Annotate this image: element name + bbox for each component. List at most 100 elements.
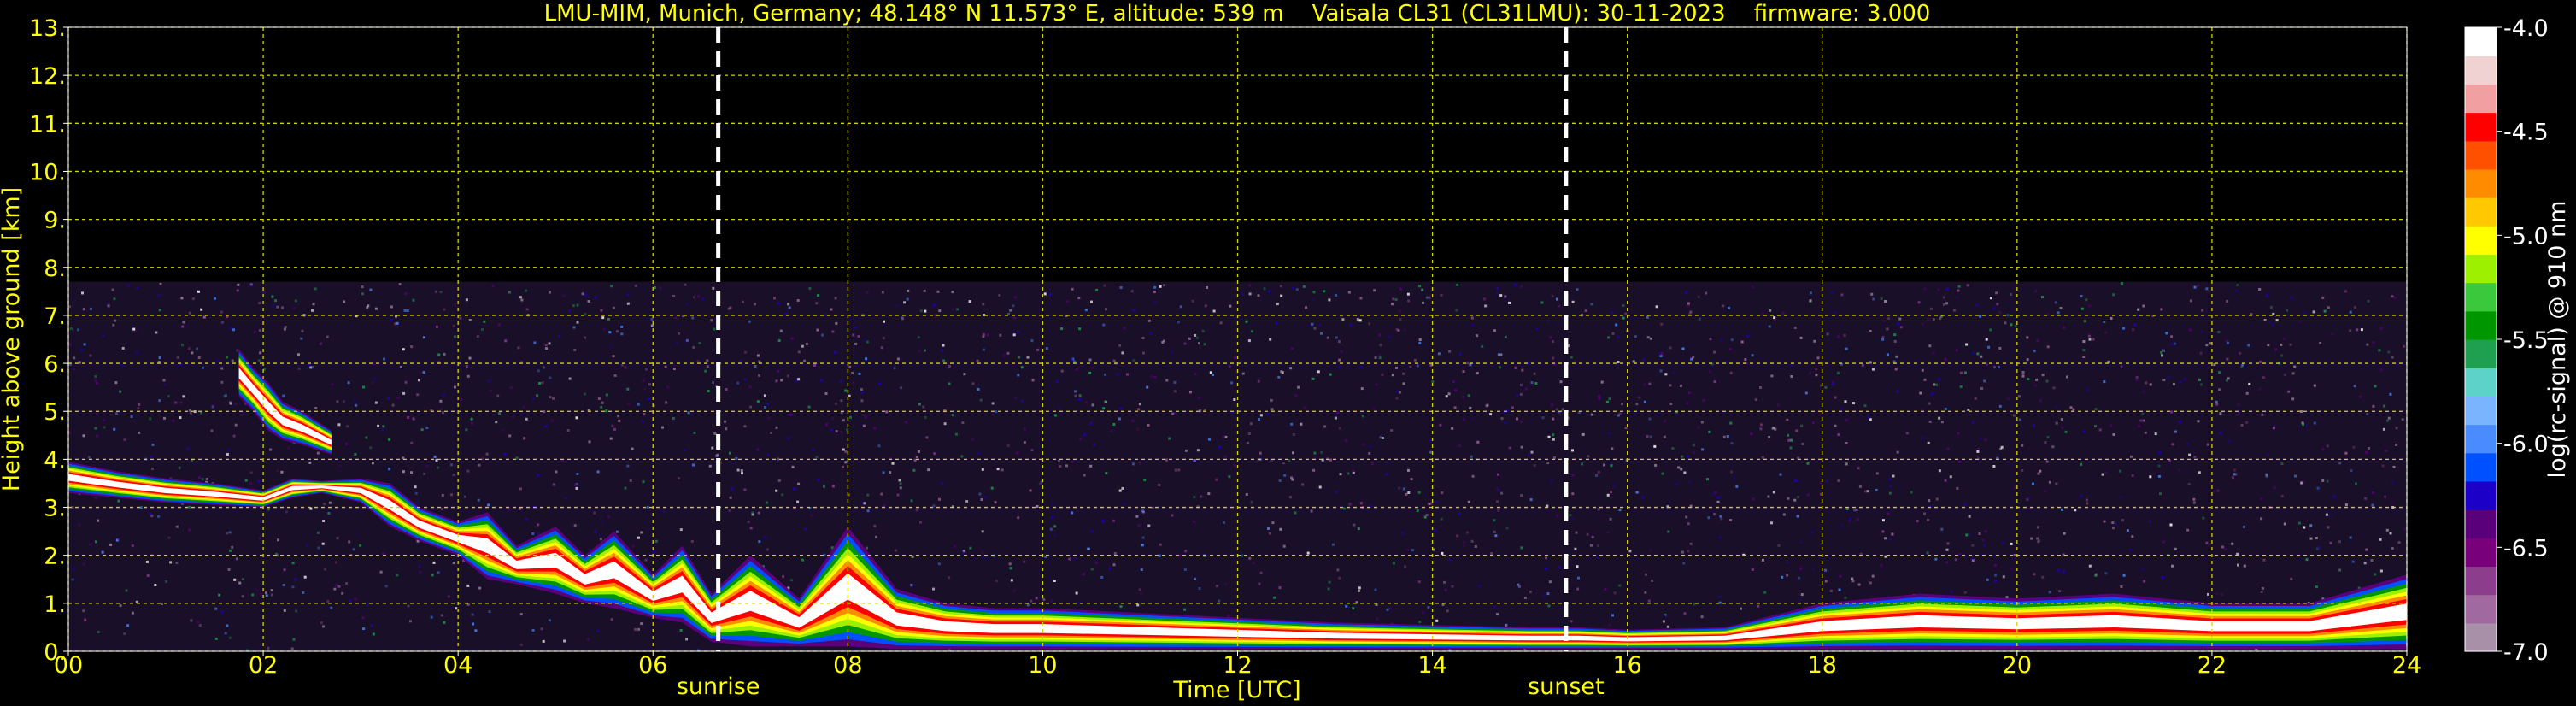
noise-pixel [2267,344,2270,347]
noise-pixel [1077,297,1081,300]
noise-pixel [1571,474,1575,477]
noise-pixel [525,417,528,421]
noise-pixel [2143,580,2146,583]
noise-pixel [1112,423,1116,426]
noise-pixel [441,508,443,510]
noise-pixel [842,465,844,468]
noise-pixel [596,629,600,632]
noise-pixel [2052,386,2056,390]
noise-pixel [784,312,788,315]
noise-pixel [402,470,405,474]
noise-pixel [1705,291,1708,295]
noise-pixel [1793,498,1797,502]
noise-pixel [1183,608,1187,611]
noise-pixel [1375,383,1378,386]
noise-pixel [1598,397,1601,400]
noise-pixel [354,453,357,456]
noise-pixel [1938,378,1940,381]
noise-pixel [382,425,385,428]
noise-pixel [1923,378,1927,381]
noise-pixel [382,552,385,556]
noise-pixel [1535,327,1539,331]
noise-pixel [1921,368,1924,372]
noise-pixel [2212,490,2215,493]
noise-pixel [1259,571,1263,574]
noise-pixel [465,428,468,432]
noise-pixel [1551,340,1554,344]
noise-pixel [2303,311,2306,315]
noise-pixel [1946,542,1950,545]
noise-pixel [96,434,99,438]
noise-pixel [361,285,364,289]
noise-pixel [941,482,944,485]
noise-pixel [2315,585,2318,589]
noise-pixel [1421,611,1424,615]
noise-pixel [1049,293,1053,297]
noise-pixel [1646,336,1650,339]
noise-pixel [1761,558,1764,562]
noise-pixel [1613,591,1617,595]
noise-pixel [242,411,245,415]
noise-pixel [1545,556,1547,560]
noise-pixel [1159,285,1162,288]
noise-pixel [341,591,344,595]
noise-pixel [370,624,373,627]
noise-pixel [754,303,756,306]
noise-pixel [452,474,455,477]
noise-pixel [158,399,161,403]
noise-pixel [1744,358,1747,361]
noise-pixel [2036,339,2039,343]
noise-pixel [1976,450,1980,453]
noise-pixel [1693,451,1696,455]
noise-pixel [555,470,558,474]
noise-pixel [1338,340,1341,344]
noise-pixel [724,420,727,423]
noise-pixel [1533,464,1536,467]
noise-pixel [834,402,837,405]
noise-pixel [525,518,528,521]
noise-pixel [924,415,927,419]
noise-pixel [1476,440,1480,444]
noise-pixel [1787,497,1790,500]
noise-pixel [2363,562,2367,565]
noise-pixel [410,345,414,349]
noise-pixel [1021,400,1024,403]
noise-pixel [1193,459,1196,462]
noise-pixel [2133,323,2137,327]
heatmap-layer [68,281,2407,651]
noise-pixel [377,424,380,427]
noise-pixel [390,318,392,321]
noise-pixel [1084,309,1088,312]
noise-pixel [823,485,825,488]
noise-pixel [1858,485,1862,488]
noise-pixel [923,289,926,292]
noise-pixel [257,479,261,483]
noise-pixel [2360,328,2363,332]
noise-pixel [277,538,279,542]
noise-pixel [815,456,819,459]
noise-pixel [1101,520,1105,523]
noise-pixel [1203,343,1206,346]
noise-pixel [1576,587,1580,591]
noise-pixel [1844,400,1847,403]
noise-pixel [1910,491,1913,494]
noise-pixel [1278,586,1282,590]
noise-pixel [1730,442,1734,445]
noise-pixel [787,303,790,306]
noise-pixel [1598,395,1601,398]
noise-pixel [437,571,440,574]
noise-pixel [2122,327,2126,330]
noise-pixel [237,283,240,286]
noise-pixel [1685,291,1688,294]
noise-pixel [1044,555,1047,558]
noise-pixel [1174,412,1177,415]
noise-pixel [1455,309,1458,312]
noise-pixel [255,589,259,591]
noise-pixel [1728,306,1731,309]
noise-pixel [407,416,410,419]
noise-pixel [404,292,408,296]
noise-pixel [2149,520,2152,523]
noise-pixel [2061,426,2064,429]
noise-pixel [1418,621,1422,624]
noise-pixel [2186,443,2189,446]
